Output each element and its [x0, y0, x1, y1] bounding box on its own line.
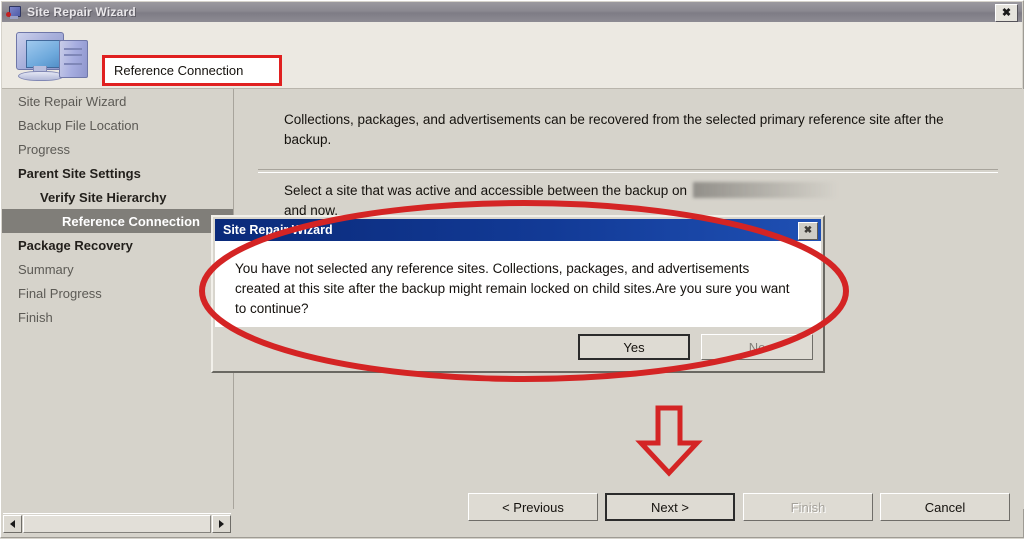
sidebar-item-label: Reference Connection [62, 213, 200, 229]
sidebar-item-finish[interactable]: Finish [2, 305, 233, 329]
sidebar-item-label: Verify Site Hierarchy [40, 189, 167, 205]
sidebar-item-label: Final Progress [18, 285, 102, 301]
sidebar-item-reference-connection[interactable]: Reference Connection [2, 209, 233, 233]
wizard-step-list: Site Repair Wizard Backup File Location Pr… [2, 89, 234, 509]
redacted-backup-date [692, 182, 838, 198]
no-button-label: No [748, 339, 766, 355]
sidebar-item-summary[interactable]: Summary [2, 257, 233, 281]
annotation-down-arrow-icon [634, 405, 704, 477]
scroll-right-icon[interactable] [212, 515, 231, 533]
previous-button[interactable]: < Previous [468, 493, 598, 521]
sidebar-item-label: Backup File Location [18, 117, 139, 133]
dialog-body: You have not selected any reference site… [215, 241, 821, 327]
scrollbar-thumb[interactable] [23, 515, 211, 533]
scroll-left-icon[interactable] [3, 515, 22, 533]
sidebar-item-label: Progress [18, 141, 71, 157]
cancel-button[interactable]: Cancel [880, 493, 1010, 521]
sidebar-item-backup-file-location[interactable]: Backup File Location [2, 113, 233, 137]
wizard-header: Reference Connection [2, 22, 1022, 89]
yes-button[interactable]: Yes [578, 334, 690, 360]
sidebar-item-final-progress[interactable]: Final Progress [2, 281, 233, 305]
sidebar-item-label: Finish [18, 309, 53, 325]
dialog-close-icon[interactable]: ✖ [798, 222, 818, 240]
sidebar-item-label: Parent Site Settings [18, 165, 141, 181]
window-title: Site Repair Wizard [27, 5, 136, 19]
wizard-button-bar: < Previous Next > Finish Cancel [234, 481, 1024, 539]
content-separator [258, 169, 998, 173]
sidebar-item-label: Site Repair Wizard [18, 93, 127, 109]
wizard-window: Site Repair Wizard ✖ Reference Connectio… [0, 0, 1024, 538]
dialog-message: You have not selected any reference site… [235, 261, 790, 316]
page-title: Reference Connection [114, 63, 244, 78]
wizard-icon [6, 4, 22, 20]
close-icon[interactable]: ✖ [995, 4, 1018, 22]
sidebar-item-label: Summary [18, 261, 74, 277]
no-button[interactable]: No [701, 334, 813, 360]
page-title-highlight: Reference Connection [102, 55, 282, 86]
select-site-text-before: Select a site that was active and access… [284, 183, 687, 198]
intro-text: Collections, packages, and advertisement… [284, 112, 944, 147]
computer-icon [12, 30, 92, 81]
horizontal-scrollbar[interactable] [3, 513, 231, 534]
sidebar-item-package-recovery[interactable]: Package Recovery [2, 233, 233, 257]
finish-button: Finish [743, 493, 873, 521]
sidebar-item-progress[interactable]: Progress [2, 137, 233, 161]
dialog-title-bar: Site Repair Wizard ✖ [215, 219, 821, 241]
sidebar-item-site-repair-wizard[interactable]: Site Repair Wizard [2, 89, 233, 113]
dialog-footer: Yes No [215, 327, 821, 371]
sidebar-item-label: Package Recovery [18, 237, 133, 253]
next-button[interactable]: Next > [605, 493, 735, 521]
sidebar-item-parent-site-settings[interactable]: Parent Site Settings [2, 161, 233, 185]
window-title-bar: Site Repair Wizard ✖ [2, 2, 1022, 23]
confirmation-dialog: Site Repair Wizard ✖ You have not select… [211, 215, 825, 373]
dialog-title: Site Repair Wizard [223, 223, 333, 237]
sidebar-item-verify-site-hierarchy[interactable]: Verify Site Hierarchy [2, 185, 233, 209]
